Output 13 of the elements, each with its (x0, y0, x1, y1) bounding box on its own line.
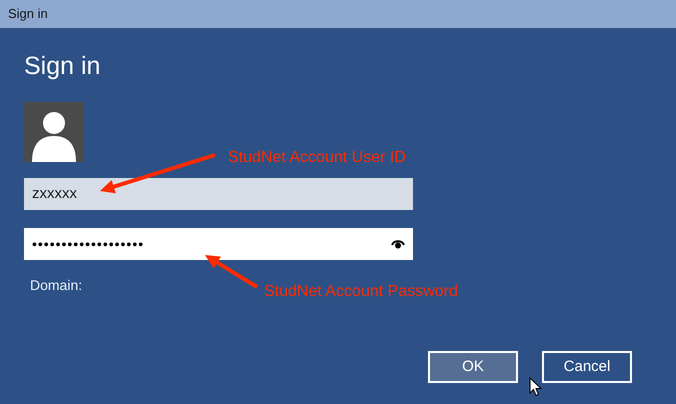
password-field[interactable]: ••••••••••••••••••• (24, 228, 413, 260)
annotation-arrow (205, 255, 258, 289)
window-title: Sign in (8, 5, 48, 24)
annotation-label: StudNet Account Password (264, 282, 458, 302)
mouse-cursor-icon (529, 377, 542, 397)
ok-button[interactable]: OK (428, 351, 518, 383)
dialog-heading: Sign in (24, 51, 102, 82)
user-id-field[interactable]: zxxxxx (24, 178, 413, 210)
annotation-label: StudNet Account User ID (228, 148, 406, 168)
eye-icon[interactable] (391, 239, 405, 249)
cancel-button[interactable]: Cancel (542, 351, 632, 383)
user-avatar-icon (24, 102, 84, 162)
domain-label: Domain: (30, 276, 82, 295)
